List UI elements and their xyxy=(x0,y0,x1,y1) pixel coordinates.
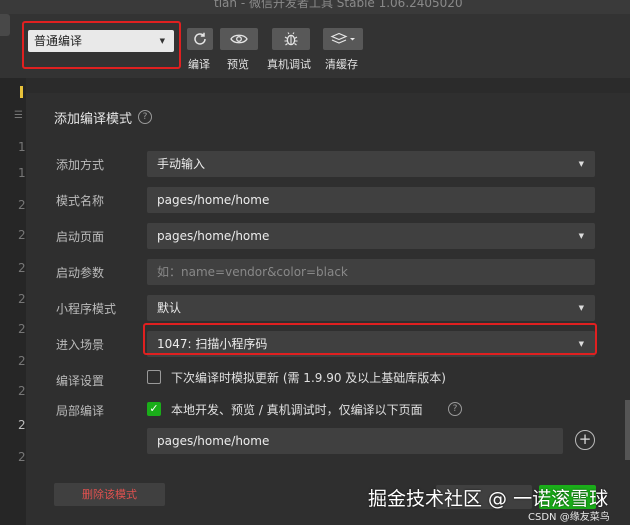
start-page-value: pages/home/home xyxy=(157,229,270,243)
add-method-value: 手动输入 xyxy=(157,157,206,171)
highlight-box-compile-mode xyxy=(22,21,181,69)
start-params-input[interactable]: 如：name=vendor&color=black xyxy=(147,259,595,285)
add-method-label: 添加方式 xyxy=(56,158,105,172)
editor-gutter: ☰ 1 1 2 2 2 2 2 2 2 2 2 xyxy=(0,78,26,525)
compile-settings-label: 编译设置 xyxy=(56,374,105,388)
add-page-button[interactable]: + xyxy=(575,430,595,450)
gutter-line-number: 1 xyxy=(18,140,26,154)
scene-label: 进入场景 xyxy=(56,338,105,352)
mode-name-input[interactable]: pages/home/home xyxy=(147,187,595,213)
preview-label: 预览 xyxy=(227,58,249,71)
compile-label: 编译 xyxy=(188,58,210,71)
refresh-icon xyxy=(194,32,206,45)
gutter-line-number: 2 xyxy=(18,384,26,398)
gutter-line-number: 2 xyxy=(18,418,26,432)
start-page-select[interactable]: pages/home/home ▼ xyxy=(147,223,595,249)
clear-cache-button[interactable] xyxy=(323,28,363,50)
chevron-down-icon: ▼ xyxy=(578,304,584,312)
partial-compile-checkbox[interactable]: ✓ xyxy=(147,402,161,416)
window-title: tian - 微信开发者工具 Stable 1.06.2405020 xyxy=(214,0,463,10)
watermark-text: 掘金技术社区 @ 一诺滚雪球 xyxy=(368,488,609,510)
gutter-line-number: 2 xyxy=(18,228,26,242)
toolbar-left-button[interactable] xyxy=(0,14,10,36)
eye-icon xyxy=(230,34,248,44)
mini-mode-select[interactable]: 默认 ▼ xyxy=(147,295,595,321)
start-params-placeholder: 如：name=vendor&color=black xyxy=(157,265,348,279)
add-method-select[interactable]: 手动输入 ▼ xyxy=(147,151,595,177)
gutter-line-number: 2 xyxy=(18,261,26,275)
gutter-line-number: 2 xyxy=(18,198,26,212)
list-icon: ☰ xyxy=(14,110,23,121)
plus-icon: + xyxy=(578,430,592,448)
remote-debug-button[interactable] xyxy=(272,28,310,50)
gutter-line-number: 1 xyxy=(18,166,26,180)
partial-compile-text: 本地开发、预览 / 真机调试时，仅编译以下页面 xyxy=(171,403,423,417)
gutter-line-number: 2 xyxy=(18,322,26,336)
partial-compile-page-value: pages/home/home xyxy=(157,434,270,448)
watermark-small-text: CSDN @缘友菜鸟 xyxy=(528,512,610,523)
window-titlebar: tian - 微信开发者工具 Stable 1.06.2405020 xyxy=(0,0,630,14)
clear-cache-label: 清缓存 xyxy=(325,58,358,71)
chevron-down-icon: ▼ xyxy=(578,160,584,168)
start-params-label: 启动参数 xyxy=(56,266,105,280)
help-icon[interactable]: ? xyxy=(448,402,462,416)
simulate-update-checkbox[interactable] xyxy=(147,370,161,384)
mode-name-value: pages/home/home xyxy=(157,193,270,207)
remote-debug-label: 真机调试 xyxy=(267,58,311,71)
dialog-title: 添加编译模式 xyxy=(54,112,133,127)
bug-icon xyxy=(284,32,298,46)
mode-name-label: 模式名称 xyxy=(56,194,105,208)
partial-compile-label: 局部编译 xyxy=(56,404,105,418)
partial-compile-page-input[interactable]: pages/home/home xyxy=(147,428,563,454)
gutter-line-number: 2 xyxy=(18,292,26,306)
help-icon[interactable]: ? xyxy=(138,110,152,124)
chevron-down-icon: ▼ xyxy=(578,232,584,240)
preview-button[interactable] xyxy=(220,28,258,50)
compile-button[interactable] xyxy=(187,28,213,50)
gutter-line-number: 2 xyxy=(18,450,26,464)
gutter-line-number: 2 xyxy=(18,354,26,368)
mini-mode-value: 默认 xyxy=(157,301,182,315)
highlight-box-scene xyxy=(143,323,597,355)
scrollbar[interactable] xyxy=(625,400,630,460)
simulate-update-text: 下次编译时模拟更新 (需 1.9.90 及以上基础库版本) xyxy=(171,371,446,385)
mini-mode-label: 小程序模式 xyxy=(56,302,117,316)
start-page-label: 启动页面 xyxy=(56,230,105,244)
gutter-marker xyxy=(20,86,23,98)
delete-mode-button[interactable]: 删除该模式 xyxy=(54,483,165,506)
layers-icon xyxy=(330,32,355,44)
